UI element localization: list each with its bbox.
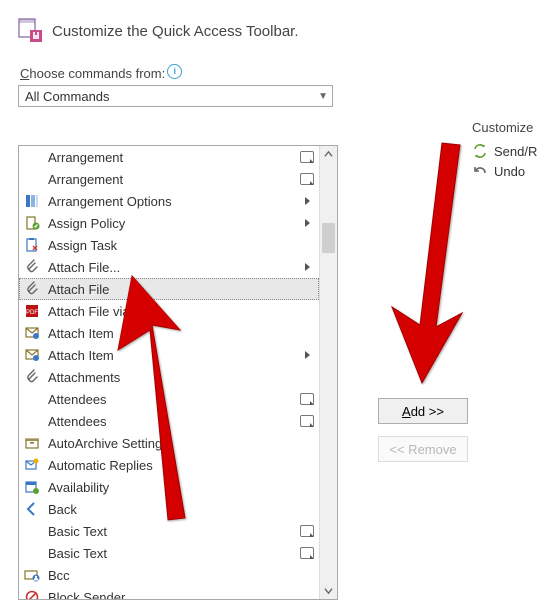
command-item[interactable]: Attach File: [19, 278, 319, 300]
page-title: Customize the Quick Access Toolbar.: [52, 23, 299, 40]
archive-icon: [24, 435, 40, 451]
availability-icon: [24, 479, 40, 495]
command-label: Attach File via Link: [46, 304, 292, 319]
command-item[interactable]: Basic Text: [19, 542, 319, 564]
scroll-track[interactable]: [320, 163, 337, 582]
command-item[interactable]: Arrangement Options: [19, 190, 319, 212]
command-label: Arrangement Options: [46, 194, 292, 209]
blank-icon: [24, 391, 40, 407]
command-label: Attendees: [46, 414, 292, 429]
remove-button: << Remove: [378, 436, 468, 462]
blank-icon: [24, 149, 40, 165]
command-label: Arrangement: [46, 150, 292, 165]
choose-commands-label: Choose commands from:i: [0, 44, 544, 85]
blank-icon: [24, 171, 40, 187]
command-label: Assign Task: [46, 238, 292, 253]
command-label: Block Sender: [46, 590, 292, 600]
attach-icon: [24, 369, 40, 385]
command-item[interactable]: Attendees: [19, 410, 319, 432]
blank-icon: [24, 545, 40, 561]
annotation-arrow-right: [380, 135, 480, 385]
command-item[interactable]: Availability: [19, 476, 319, 498]
command-label: Attach File: [46, 282, 292, 297]
chevron-down-icon: ▼: [318, 91, 328, 102]
command-label: Attachments: [46, 370, 292, 385]
command-label: Attach File...: [46, 260, 292, 275]
qat-item-label: Send/R: [494, 144, 537, 159]
command-label: Basic Text: [46, 524, 292, 539]
attach-icon: [24, 281, 40, 297]
command-label: Attendees: [46, 392, 292, 407]
back-icon: [24, 501, 40, 517]
group-indicator-icon: [300, 525, 314, 537]
command-label: Automatic Replies: [46, 458, 292, 473]
scroll-down-button[interactable]: [320, 582, 337, 599]
command-item[interactable]: Basic Text: [19, 520, 319, 542]
command-item[interactable]: Arrangement: [19, 168, 319, 190]
attach-icon: [24, 259, 40, 275]
add-button[interactable]: Add >>: [378, 398, 468, 424]
command-item[interactable]: Attendees: [19, 388, 319, 410]
submenu-indicator-icon: [305, 351, 310, 359]
commands-source-combo[interactable]: All Commands ▼: [18, 85, 333, 107]
attach-item-icon: [24, 347, 40, 363]
command-item[interactable]: Attach File...: [19, 256, 319, 278]
assign-task-icon: [24, 237, 40, 253]
scroll-thumb[interactable]: [322, 223, 335, 253]
command-item[interactable]: Arrangement: [19, 146, 319, 168]
command-label: Availability: [46, 480, 292, 495]
command-item[interactable]: Bcc: [19, 564, 319, 586]
submenu-indicator-icon: [305, 197, 310, 205]
command-item[interactable]: AutoArchive Settings: [19, 432, 319, 454]
group-indicator-icon: [300, 173, 314, 185]
sendreceive-icon: [472, 143, 488, 159]
qat-item[interactable]: Undo: [472, 161, 544, 181]
blank-icon: [24, 523, 40, 539]
command-label: Back: [46, 502, 292, 517]
submenu-indicator-icon: [305, 263, 310, 271]
commands-listbox[interactable]: Arrangement Arrangement Arrangement Option…: [18, 145, 338, 600]
command-item[interactable]: PDF Attach File via Link: [19, 300, 319, 322]
command-item[interactable]: Back: [19, 498, 319, 520]
assign-policy-icon: [24, 215, 40, 231]
command-item[interactable]: Assign Task: [19, 234, 319, 256]
combo-value: All Commands: [25, 89, 110, 104]
group-indicator-icon: [300, 151, 314, 163]
submenu-indicator-icon: [305, 219, 310, 227]
qat-item-label: Undo: [494, 164, 525, 179]
blank-icon: [24, 413, 40, 429]
group-indicator-icon: [300, 393, 314, 405]
command-item[interactable]: Attach Item: [19, 322, 319, 344]
auto-reply-icon: [24, 457, 40, 473]
command-label: Basic Text: [46, 546, 292, 561]
qat-item[interactable]: Send/R: [472, 141, 544, 161]
command-item[interactable]: Attach Item: [19, 344, 319, 366]
attach-item-icon: [24, 325, 40, 341]
customize-qat-label: Customize: [472, 120, 544, 135]
pdf-icon: PDF: [24, 303, 40, 319]
command-label: AutoArchive Settings: [46, 436, 292, 451]
command-label: Attach Item: [46, 348, 292, 363]
bcc-icon: [24, 567, 40, 583]
command-item[interactable]: Attachments: [19, 366, 319, 388]
toolbar-customize-icon: [18, 18, 44, 44]
command-label: Attach Item: [46, 326, 292, 341]
command-item[interactable]: Automatic Replies: [19, 454, 319, 476]
scroll-up-button[interactable]: [320, 146, 337, 163]
svg-text:PDF: PDF: [26, 310, 38, 316]
group-indicator-icon: [300, 415, 314, 427]
info-icon: i: [167, 64, 182, 79]
command-label: Arrangement: [46, 172, 292, 187]
undo-icon: [472, 163, 488, 179]
scrollbar[interactable]: [319, 146, 337, 599]
arrangement-options-icon: [24, 193, 40, 209]
command-label: Assign Policy: [46, 216, 292, 231]
group-indicator-icon: [300, 547, 314, 559]
command-item[interactable]: Block Sender: [19, 586, 319, 599]
command-item[interactable]: Assign Policy: [19, 212, 319, 234]
command-label: Bcc: [46, 568, 292, 583]
block-icon: [24, 589, 40, 599]
